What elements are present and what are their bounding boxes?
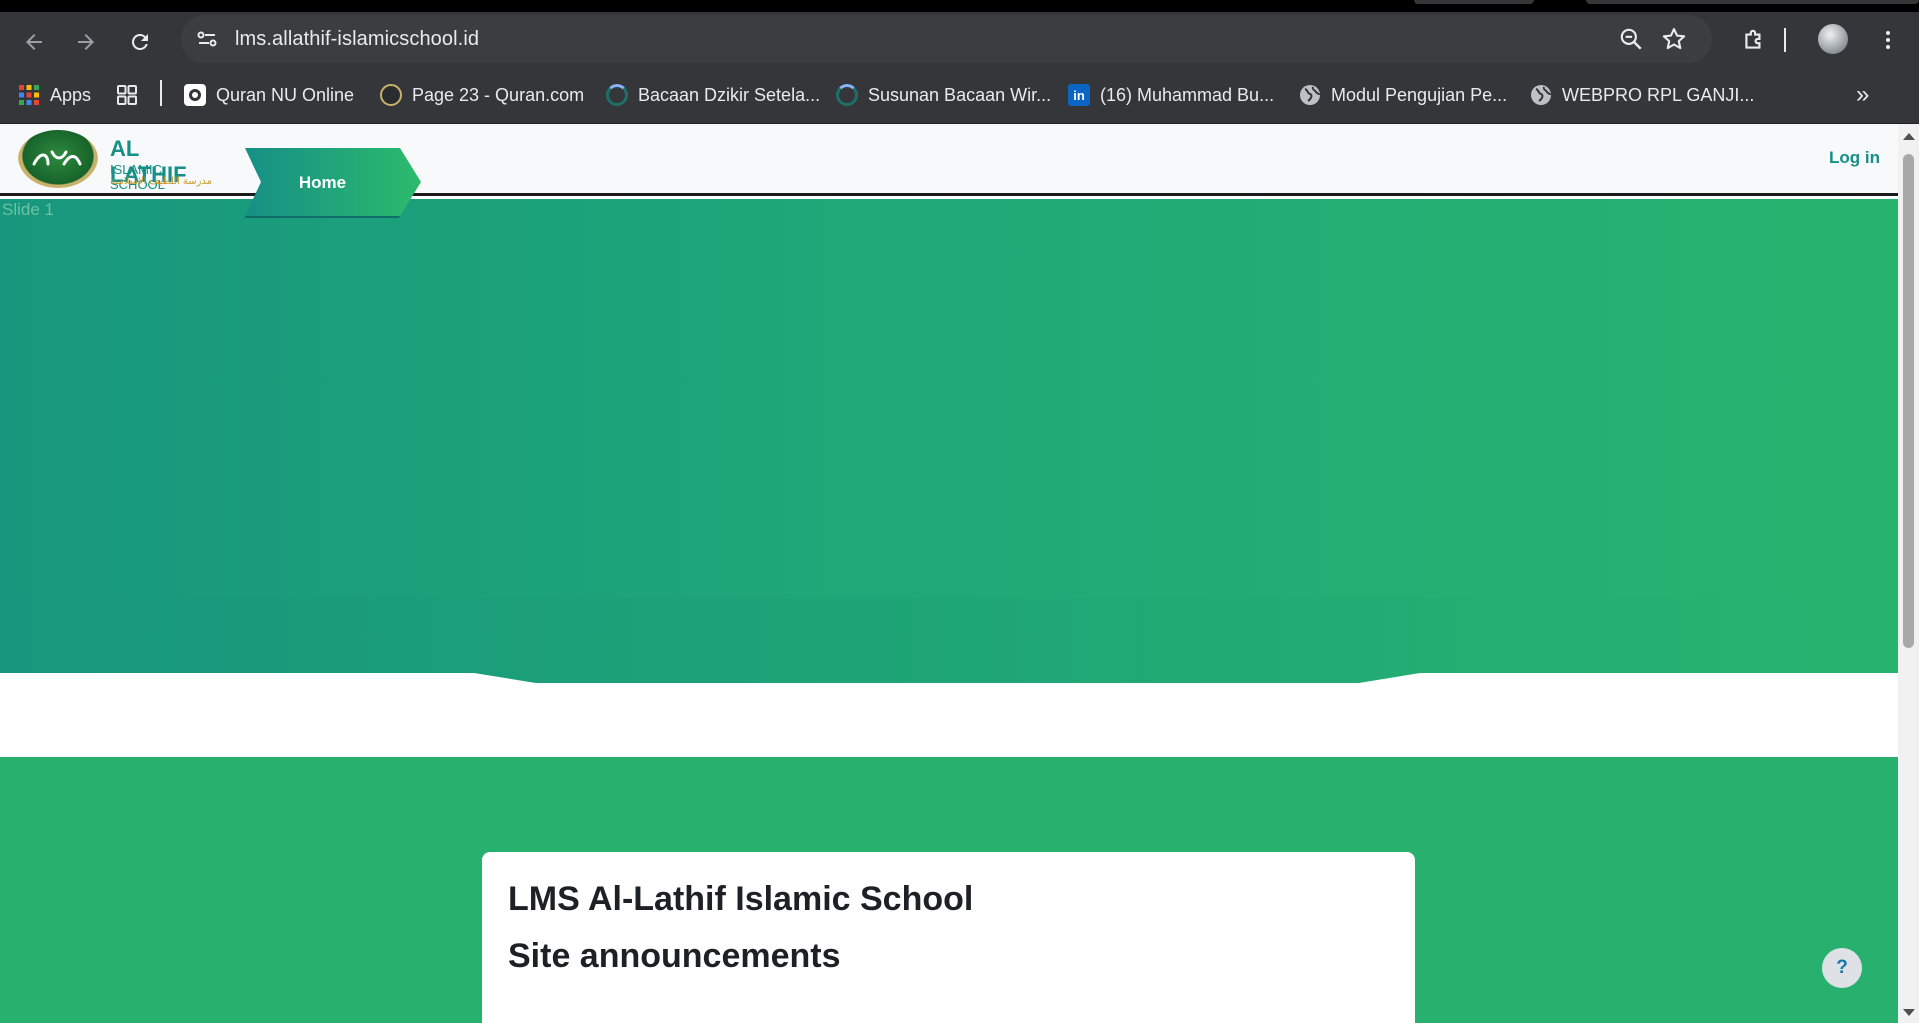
bookmark-star-icon[interactable] [1660,25,1688,53]
help-button[interactable]: ? [1822,948,1862,988]
browser-toolbar: lms.allathif-islamicschool.id [0,12,1919,66]
quran-com-icon [380,84,402,106]
more-vert-icon [1886,31,1890,49]
bookmark-dzikir[interactable]: Bacaan Dzikir Setela... [606,82,820,108]
nav-home-label: Home [298,173,347,192]
back-button[interactable] [18,26,50,58]
bookmark-label: Susunan Bacaan Wir... [868,84,1052,105]
toolbar-divider [1784,28,1786,52]
bookmarks-bar: Apps Quran NU Online Page 23 - Quran.com… [0,66,1919,124]
arrow-right-icon [78,34,94,50]
bookmark-modul[interactable]: Modul Pengujian Pe... [1299,82,1507,108]
scrollbar-thumb[interactable] [1903,154,1914,648]
address-bar[interactable]: lms.allathif-islamicschool.id [181,15,1712,63]
page-viewport: AL LATHIF ISLAMIC SCHOOL مدرسة اللطيف ال… [0,124,1898,1023]
url-text: lms.allathif-islamicschool.id [235,28,480,50]
bookmark-label: WEBPRO RPL GANJI... [1562,84,1755,105]
chevron-shape [0,598,1898,683]
more-bookmarks-button[interactable]: » [1856,81,1870,108]
announcements-heading: Site announcements [508,937,841,975]
tab-groups-icon [117,85,137,105]
bookmark-apps[interactable]: Apps [18,82,91,108]
reload-icon [131,33,148,50]
reload-button[interactable] [124,26,156,58]
loading-icon [606,84,628,106]
linkedin-icon: in [1068,84,1090,106]
question-icon: ? [1836,957,1848,978]
zoom-out-icon[interactable] [1618,26,1644,52]
main-card: LMS Al-Lathif Islamic School Site announ… [482,852,1415,1023]
extensions-button[interactable] [1738,24,1770,56]
quran-nu-icon [184,84,206,106]
puzzle-icon [1745,29,1761,49]
slide-image-alt: Slide 1 [2,200,54,219]
page-scrollbar[interactable] [1898,124,1919,1023]
site-logo[interactable]: AL LATHIF ISLAMIC SCHOOL مدرسة اللطيف ال… [18,130,218,192]
menu-button[interactable] [1872,24,1904,56]
emblem-calligraphy-icon [32,150,82,166]
scroll-up-icon[interactable] [1903,133,1915,140]
loading-icon [836,84,858,106]
scroll-down-icon[interactable] [1903,1009,1915,1016]
bookmark-label: (16) Muhammad Bu... [1100,84,1275,105]
bookmark-quran-nu[interactable]: Quran NU Online [184,82,354,108]
site-title: LMS Al-Lathif Islamic School [508,880,974,918]
bookmarks-divider [160,80,162,106]
bookmark-label: Modul Pengujian Pe... [1331,84,1508,105]
brand-arabic: مدرسة اللطيف الإسلامية [110,176,213,187]
tab-strip [0,0,1919,12]
bookmark-label: Quran NU Online [216,84,355,105]
forward-button[interactable] [70,26,102,58]
bookmark-tab-groups[interactable] [116,82,148,108]
nav-home[interactable]: Home [245,148,421,218]
bookmark-label: Apps [50,84,92,105]
apps-grid-icon [19,85,39,105]
bookmark-label: Page 23 - Quran.com [412,84,585,105]
profile-avatar[interactable] [1818,24,1848,54]
bookmark-webpro[interactable]: WEBPRO RPL GANJI... [1530,82,1754,108]
hero-chevron [0,598,1898,758]
login-link[interactable]: Log in [1829,148,1880,168]
double-chevron-icon: » [1856,81,1870,108]
site-info-icon[interactable] [195,27,219,51]
bookmark-linkedin[interactable]: in (16) Muhammad Bu... [1068,82,1274,108]
tab-edge [1414,0,1534,4]
globe-icon [1300,85,1320,105]
tab-edge [1586,0,1919,4]
arrow-left-icon [26,34,42,50]
bookmark-quran-com[interactable]: Page 23 - Quran.com [380,82,584,108]
globe-icon [1531,85,1551,105]
bookmark-wirid[interactable]: Susunan Bacaan Wir... [836,82,1051,108]
bookmark-label: Bacaan Dzikir Setela... [638,84,821,105]
